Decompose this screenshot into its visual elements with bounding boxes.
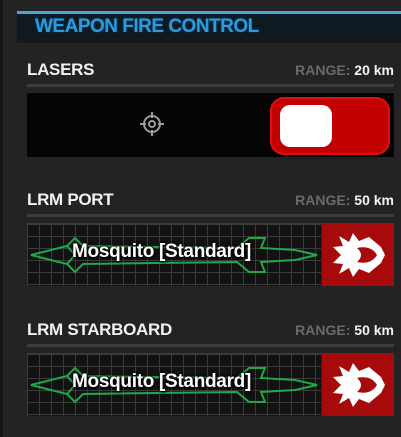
toggle-knob <box>280 105 332 147</box>
lrm-port-fire-button[interactable] <box>321 224 394 286</box>
range-value: 50 km <box>354 322 394 338</box>
range-label: RANGE: <box>295 322 351 338</box>
lrm-port-row: Mosquito [Standard] <box>27 223 394 286</box>
lrm-port-missile-name: Mosquito [Standard] <box>72 241 252 262</box>
lrm-starboard-row: Mosquito [Standard] <box>27 353 394 416</box>
range-label: RANGE: <box>295 192 351 208</box>
crosshair-icon <box>140 112 164 136</box>
lrm-starboard-label: LRM STARBOARD <box>27 320 172 339</box>
fire-burst-icon <box>333 233 385 277</box>
lasers-control-row <box>27 92 394 157</box>
lasers-header: LASERS RANGE: 20 km <box>27 60 394 84</box>
section-divider <box>27 214 394 217</box>
lasers-label: LASERS <box>27 60 95 79</box>
panel-title: WEAPON FIRE CONTROL <box>35 16 259 37</box>
weapon-fire-control-panel: WEAPON FIRE CONTROL LASERS RANGE: 20 km … <box>0 0 401 437</box>
lasers-toggle[interactable] <box>270 97 390 155</box>
lrm-port-range: RANGE: 50 km <box>295 192 394 208</box>
range-label: RANGE: <box>295 62 351 78</box>
section-divider <box>27 84 394 87</box>
lrm-starboard-header: LRM STARBOARD RANGE: 50 km <box>27 320 394 344</box>
lrm-port-header: LRM PORT RANGE: 50 km <box>27 190 394 214</box>
fire-burst-icon <box>333 363 385 407</box>
lrm-starboard-missile-name: Mosquito [Standard] <box>72 371 252 392</box>
lrm-starboard-fire-button[interactable] <box>321 354 394 416</box>
lasers-range: RANGE: 20 km <box>295 62 394 78</box>
range-value: 20 km <box>354 62 394 78</box>
lrm-starboard-range: RANGE: 50 km <box>295 322 394 338</box>
section-divider <box>27 344 394 347</box>
range-value: 50 km <box>354 192 394 208</box>
panel-title-bar: WEAPON FIRE CONTROL <box>17 11 401 43</box>
lrm-port-label: LRM PORT <box>27 190 114 209</box>
